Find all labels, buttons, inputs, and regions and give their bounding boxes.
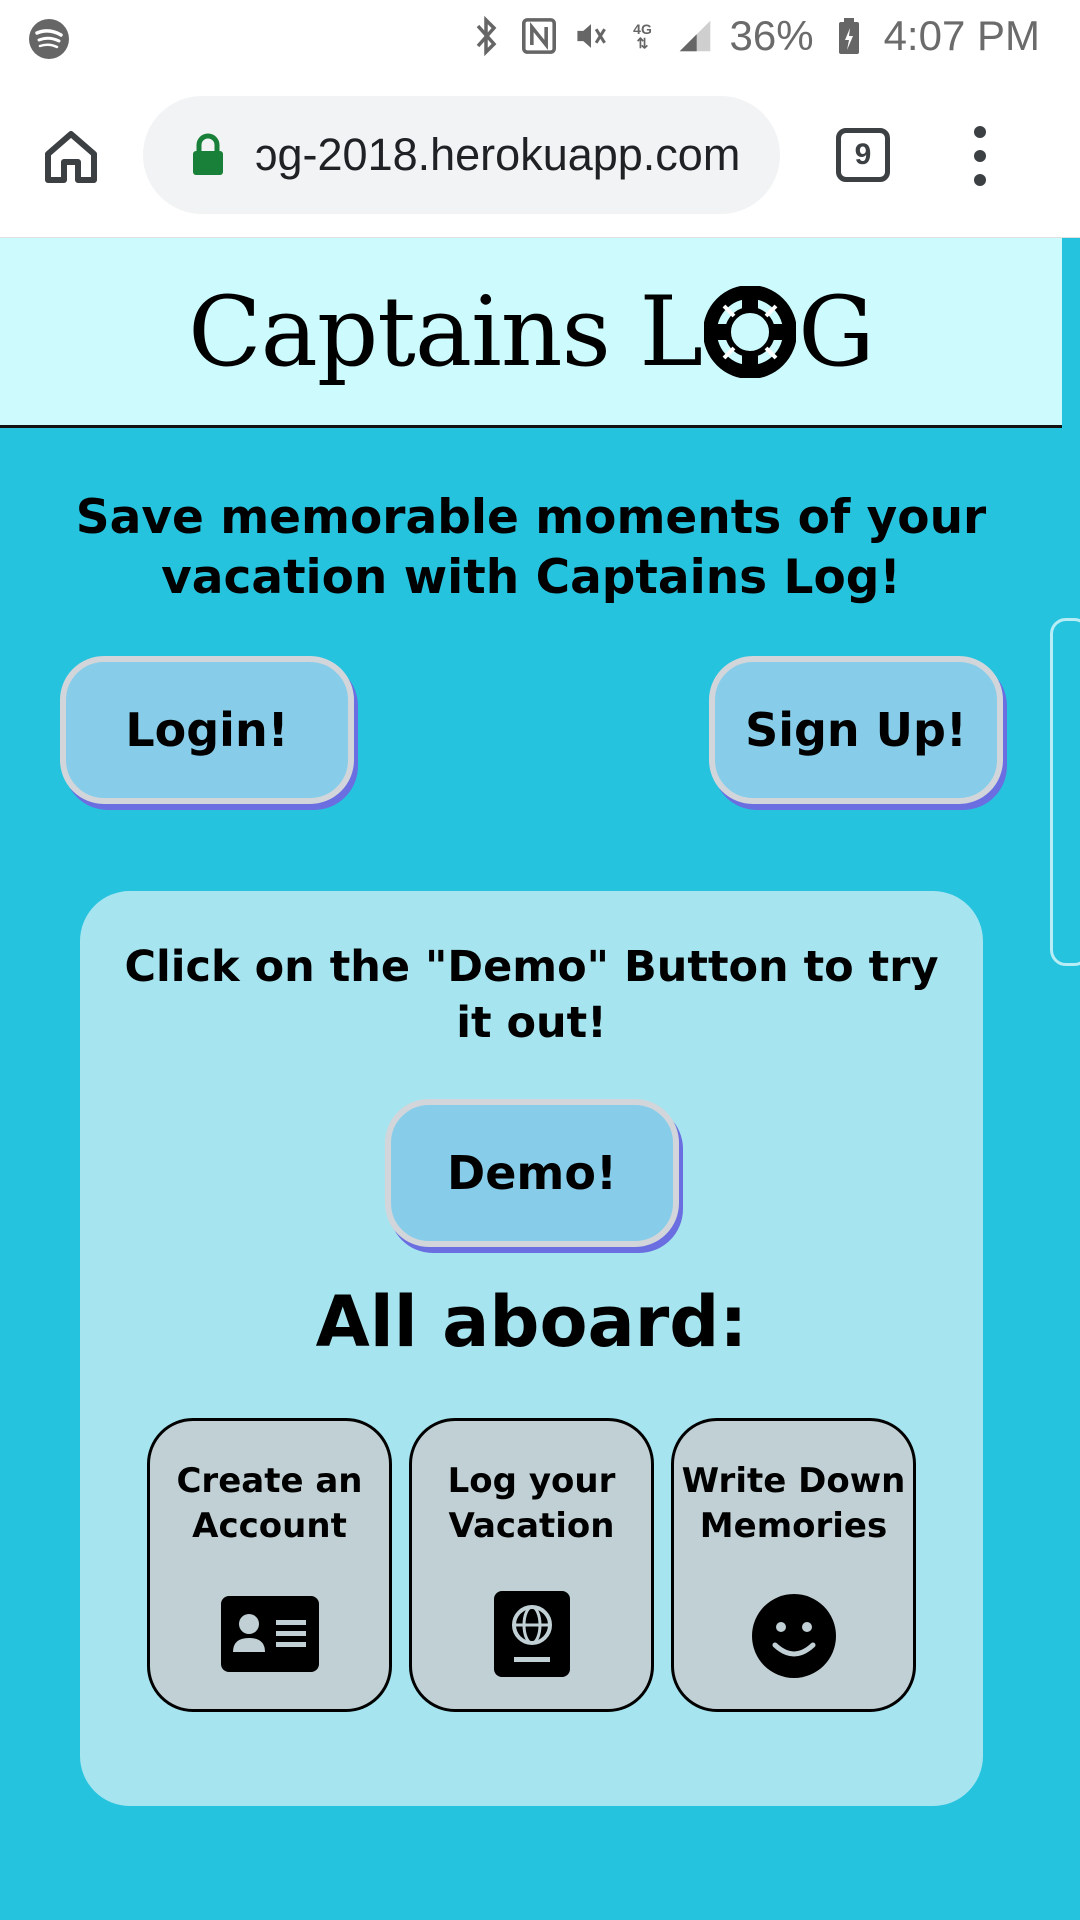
browser-toolbar: ɔg-2018.herokuapp.com 9	[0, 76, 1080, 238]
demo-panel: Click on the "Demo" Button to try it out…	[80, 891, 983, 1806]
nfc-icon	[521, 15, 556, 57]
battery-percent: 36%	[729, 12, 814, 59]
lte-icon: 4G ⇅	[633, 21, 652, 51]
battery-icon	[832, 15, 866, 57]
url-text: ɔg-2018.herokuapp.com	[255, 129, 741, 180]
tagline: Save memorable moments of your vacation …	[75, 490, 987, 605]
feature-label: Log your Vacation	[447, 1461, 616, 1546]
bluetooth-icon	[470, 15, 504, 57]
tab-switcher-button[interactable]: 9	[836, 128, 890, 182]
all-aboard-heading: All aboard:	[315, 1281, 748, 1363]
demo-button[interactable]: Demo!	[385, 1099, 679, 1247]
site-header: Captains L G	[0, 238, 1062, 428]
vibrate-mute-icon	[574, 15, 608, 57]
id-card-icon	[220, 1596, 319, 1672]
feature-card-create-account: Create an Account	[147, 1418, 392, 1712]
signup-button[interactable]: Sign Up!	[709, 656, 1003, 804]
feature-card-log-vacation: Log your Vacation	[409, 1418, 654, 1712]
demo-prompt: Click on the "Demo" Button to try it out…	[124, 942, 939, 1048]
status-bar: 4G ⇅ 36% 4:07 PM	[0, 0, 1080, 76]
spotify-icon	[28, 18, 70, 64]
clock: 4:07 PM	[883, 12, 1040, 59]
feature-label: Write Down Memories	[681, 1461, 906, 1546]
logo-text-end: G	[798, 275, 875, 388]
home-icon[interactable]	[42, 128, 100, 186]
lock-icon	[191, 133, 225, 177]
passport-icon	[493, 1591, 570, 1677]
scroll-handle[interactable]	[1050, 618, 1080, 966]
feature-card-write-memories: Write Down Memories	[671, 1418, 916, 1712]
signal-icon	[678, 15, 712, 57]
logo-text-start: Captains L	[188, 275, 703, 388]
site-logo[interactable]: Captains L G	[188, 275, 875, 388]
address-bar[interactable]: ɔg-2018.herokuapp.com	[143, 96, 780, 214]
life-ring-icon	[704, 285, 797, 378]
login-button[interactable]: Login!	[60, 656, 354, 804]
overflow-menu-icon[interactable]	[970, 126, 990, 186]
smile-icon	[751, 1594, 836, 1678]
feature-label: Create an Account	[176, 1461, 363, 1546]
